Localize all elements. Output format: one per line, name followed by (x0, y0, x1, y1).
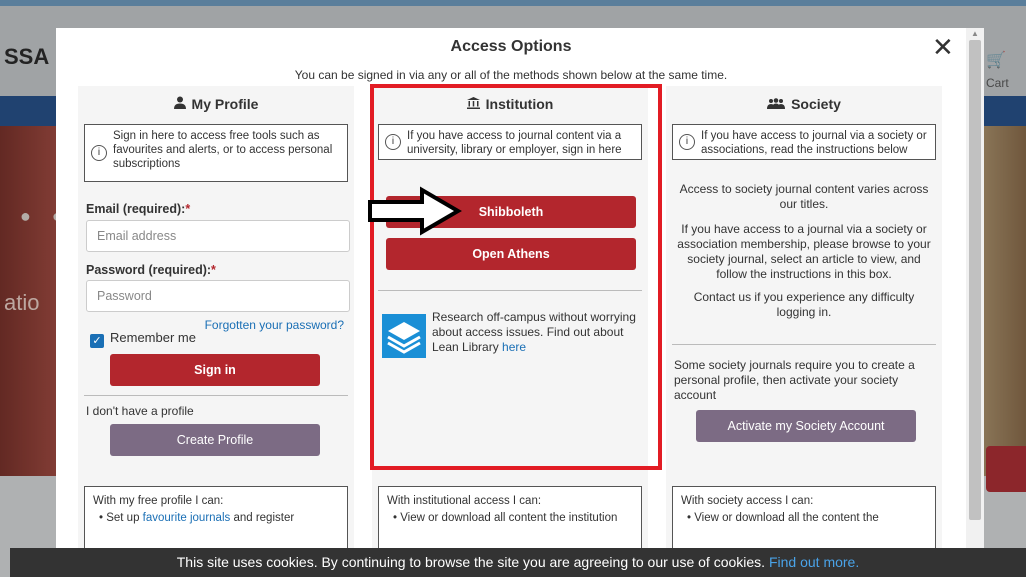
society-paragraph-3: Contact us if you experience any difficu… (693, 290, 915, 319)
close-icon[interactable]: ✕ (932, 34, 954, 60)
info-icon: i (679, 134, 695, 150)
my-profile-panel: My Profile i Sign in here to access free… (78, 86, 354, 556)
divider (672, 344, 936, 345)
password-field[interactable] (86, 280, 350, 312)
email-label: Email (required):* (86, 202, 190, 216)
society-paragraph-2: If you have access to a journal via a so… (677, 222, 931, 281)
my-profile-heading: My Profile (78, 96, 354, 112)
email-field[interactable] (86, 220, 350, 252)
profile-benefit-item: • Set up favourite journals and register (93, 510, 339, 527)
scrollbar-thumb[interactable] (969, 40, 981, 520)
society-panel: Society i If you have access to journal … (666, 86, 942, 556)
society-info-box: i If you have access to journal via a so… (672, 124, 936, 160)
society-info-text: If you have access to journal via a soci… (701, 130, 927, 156)
password-label: Password (required):* (86, 263, 216, 277)
society-heading: Society (666, 96, 942, 112)
remember-me-checkbox[interactable]: ✓ (90, 334, 104, 348)
password-label-text: Password (required): (86, 263, 212, 277)
divider (84, 395, 348, 396)
required-mark: * (185, 202, 191, 216)
forgot-password-link[interactable]: Forgotten your password? (205, 318, 344, 332)
info-icon: i (91, 145, 107, 161)
create-profile-button[interactable]: Create Profile (110, 424, 320, 456)
person-icon (173, 96, 186, 112)
benefit-prefix: • Set up (99, 512, 143, 524)
cookie-text: This site uses cookies. By continuing to… (176, 554, 769, 570)
profile-info-box: i Sign in here to access free tools such… (84, 124, 348, 182)
modal-subtitle: You can be signed in via any or all of t… (294, 68, 728, 82)
group-icon (767, 96, 786, 112)
society-heading-label: Society (791, 96, 841, 112)
favourite-journals-link[interactable]: favourite journals (143, 512, 231, 524)
institution-benefit-item: • View or download all content the insti… (393, 512, 618, 524)
my-profile-heading-label: My Profile (191, 96, 259, 112)
sign-in-button[interactable]: Sign in (110, 354, 320, 386)
modal-title: Access Options (450, 38, 572, 55)
scroll-up-arrow-icon[interactable]: ▲ (969, 30, 981, 38)
profile-benefits-heading: With my free profile I can: (93, 495, 224, 507)
required-mark: * (211, 263, 216, 277)
institution-highlight-box (370, 84, 662, 470)
society-benefit-item: • View or download all the content the (687, 512, 879, 524)
remember-me[interactable]: ✓ Remember me (90, 330, 196, 348)
profile-benefits-box: With my free profile I can: • Set up fav… (84, 486, 348, 556)
remember-me-label: Remember me (110, 330, 196, 345)
cookie-find-out-more-link[interactable]: Find out more. (769, 554, 859, 570)
institution-benefits-box: With institutional access I can: • View … (378, 486, 642, 556)
activate-society-account-button[interactable]: Activate my Society Account (696, 410, 916, 442)
society-benefits-box: With society access I can: • View or dow… (672, 486, 936, 556)
cookie-banner: This site uses cookies. By continuing to… (10, 548, 1026, 577)
society-paragraph-4: Some society journals require you to cre… (674, 358, 915, 402)
email-label-text: Email (required): (86, 202, 186, 216)
no-profile-text: I don't have a profile (86, 404, 194, 418)
pointer-arrow-icon (366, 186, 462, 241)
institution-benefits-heading: With institutional access I can: (387, 495, 542, 507)
profile-info-text: Sign in here to access free tools such a… (113, 130, 333, 170)
benefit-suffix: and register (230, 512, 295, 524)
society-benefits-heading: With society access I can: (681, 495, 814, 507)
society-paragraph-1: Access to society journal content varies… (679, 182, 929, 211)
